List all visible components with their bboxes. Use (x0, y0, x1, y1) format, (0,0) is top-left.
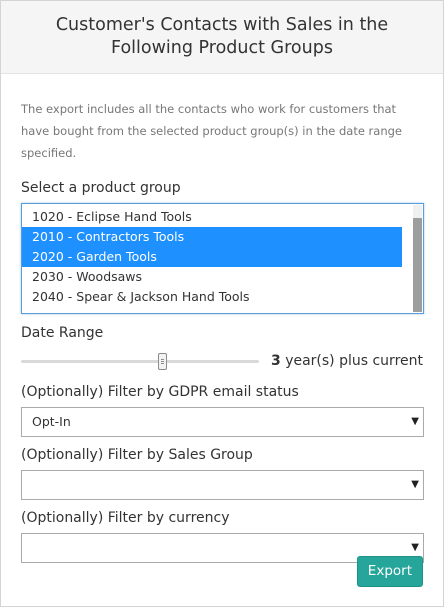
dialog-footer: Export (356, 556, 423, 587)
date-range-value: 3 (270, 353, 281, 369)
gdpr-status-value: Opt-In (32, 414, 71, 429)
date-range-row: 3 year(s) plus current (21, 349, 423, 373)
dropdown-arrow-icon: ▼ (411, 416, 419, 427)
export-button[interactable]: Export (356, 556, 423, 587)
sales-group-filter-label: (Optionally) Filter by Sales Group (21, 447, 253, 463)
dropdown-arrow-icon: ▼ (411, 479, 419, 490)
product-group-option[interactable]: 1020 - Eclipse Hand Tools (22, 207, 411, 227)
sales-group-select[interactable]: ▼ (21, 470, 424, 500)
product-group-option[interactable]: 2010 - Contractors Tools (22, 227, 402, 247)
gdpr-status-select[interactable]: Opt-In ▼ (21, 407, 424, 437)
date-range-suffix: year(s) plus current (285, 353, 423, 369)
export-dialog: Customer's Contacts with Sales in the Fo… (0, 0, 444, 607)
dialog-title: Customer's Contacts with Sales in the Fo… (55, 15, 389, 58)
dialog-header: Customer's Contacts with Sales in the Fo… (1, 1, 443, 74)
listbox-scrollbar[interactable] (413, 205, 422, 312)
product-group-option[interactable]: 2020 - Garden Tools (22, 247, 402, 267)
product-group-option[interactable]: 2030 - Woodsaws (22, 267, 411, 287)
product-group-options: 1020 - Eclipse Hand Tools 2010 - Contrac… (22, 207, 411, 307)
date-range-slider[interactable] (21, 360, 259, 363)
export-description: The export includes all the contacts who… (21, 102, 402, 160)
gdpr-filter-label: (Optionally) Filter by GDPR email status (21, 384, 299, 400)
date-range-readout: 3 year(s) plus current (271, 350, 423, 372)
product-group-label: Select a product group (21, 180, 181, 196)
product-group-listbox[interactable]: 1020 - Eclipse Hand Tools 2010 - Contrac… (21, 203, 424, 314)
currency-filter-label: (Optionally) Filter by currency (21, 510, 230, 526)
slider-handle[interactable] (158, 353, 167, 370)
dialog-body: The export includes all the contacts who… (1, 74, 443, 563)
scrollbar-thumb[interactable] (413, 218, 422, 312)
product-group-option[interactable]: 2040 - Spear & Jackson Hand Tools (22, 287, 411, 307)
date-range-label: Date Range (21, 325, 104, 341)
